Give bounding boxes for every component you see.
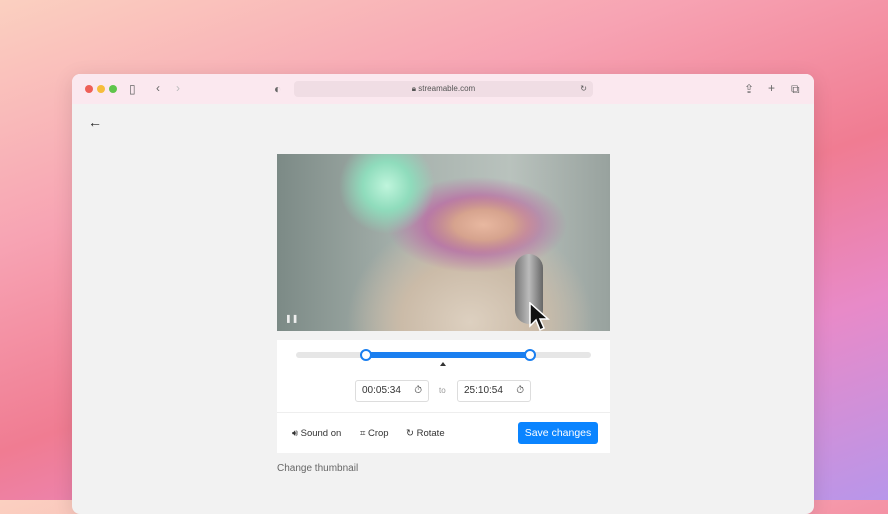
- forward-nav-icon[interactable]: ›: [176, 82, 180, 94]
- pause-icon[interactable]: ❚❚: [285, 314, 298, 323]
- video-player[interactable]: ❚❚: [277, 154, 610, 331]
- browser-toolbar: ▯ ‹ › ◐ 🔒︎ streamable.com ↻ ⇪ + ⧉: [72, 74, 814, 104]
- divider: [277, 412, 610, 413]
- address-bar[interactable]: 🔒︎ streamable.com ↻: [294, 81, 593, 97]
- browser-window: ▯ ‹ › ◐ 🔒︎ streamable.com ↻ ⇪ + ⧉ ← ❚❚ 00…: [72, 74, 814, 514]
- rotate-button[interactable]: ↻ Rotate: [406, 428, 445, 439]
- sidebar-icon[interactable]: ▯: [129, 83, 136, 95]
- mouse-cursor-icon: [529, 302, 550, 331]
- reload-icon[interactable]: ↻: [580, 81, 587, 97]
- stopwatch-icon[interactable]: ⏱︎: [414, 381, 422, 401]
- crop-icon: ⌗: [360, 428, 368, 439]
- end-time-input[interactable]: 25:10:54 ⏱︎: [457, 380, 531, 402]
- trim-selected-range: [366, 352, 530, 358]
- sound-button[interactable]: 🔊︎ Sound on: [292, 428, 341, 439]
- start-time-input[interactable]: 00:05:34 ⏱︎: [355, 380, 429, 402]
- minimize-window-button[interactable]: [97, 85, 105, 93]
- trim-end-handle[interactable]: [524, 349, 536, 361]
- back-arrow-icon[interactable]: ←: [88, 114, 102, 130]
- trim-start-handle[interactable]: [360, 349, 372, 361]
- tabs-overview-icon[interactable]: ⧉: [791, 83, 800, 95]
- share-icon[interactable]: ⇪: [744, 83, 754, 95]
- crop-button[interactable]: ⌗ Crop: [360, 428, 389, 439]
- playhead-marker[interactable]: [440, 362, 446, 366]
- speaker-icon: 🔊︎: [292, 428, 301, 439]
- new-tab-icon[interactable]: +: [768, 82, 775, 94]
- shield-icon[interactable]: ◐: [274, 83, 281, 95]
- edit-panel: 00:05:34 ⏱︎ to 25:10:54 ⏱︎ 🔊︎ Sound on ⌗ C…: [277, 340, 610, 453]
- save-changes-button[interactable]: Save changes: [518, 422, 598, 444]
- close-window-button[interactable]: [85, 85, 93, 93]
- to-label: to: [439, 386, 446, 395]
- change-thumbnail-link[interactable]: Change thumbnail: [277, 463, 358, 474]
- back-nav-icon[interactable]: ‹: [156, 82, 160, 94]
- stopwatch-icon[interactable]: ⏱︎: [516, 381, 524, 401]
- maximize-window-button[interactable]: [109, 85, 117, 93]
- rotate-icon: ↻: [406, 428, 417, 439]
